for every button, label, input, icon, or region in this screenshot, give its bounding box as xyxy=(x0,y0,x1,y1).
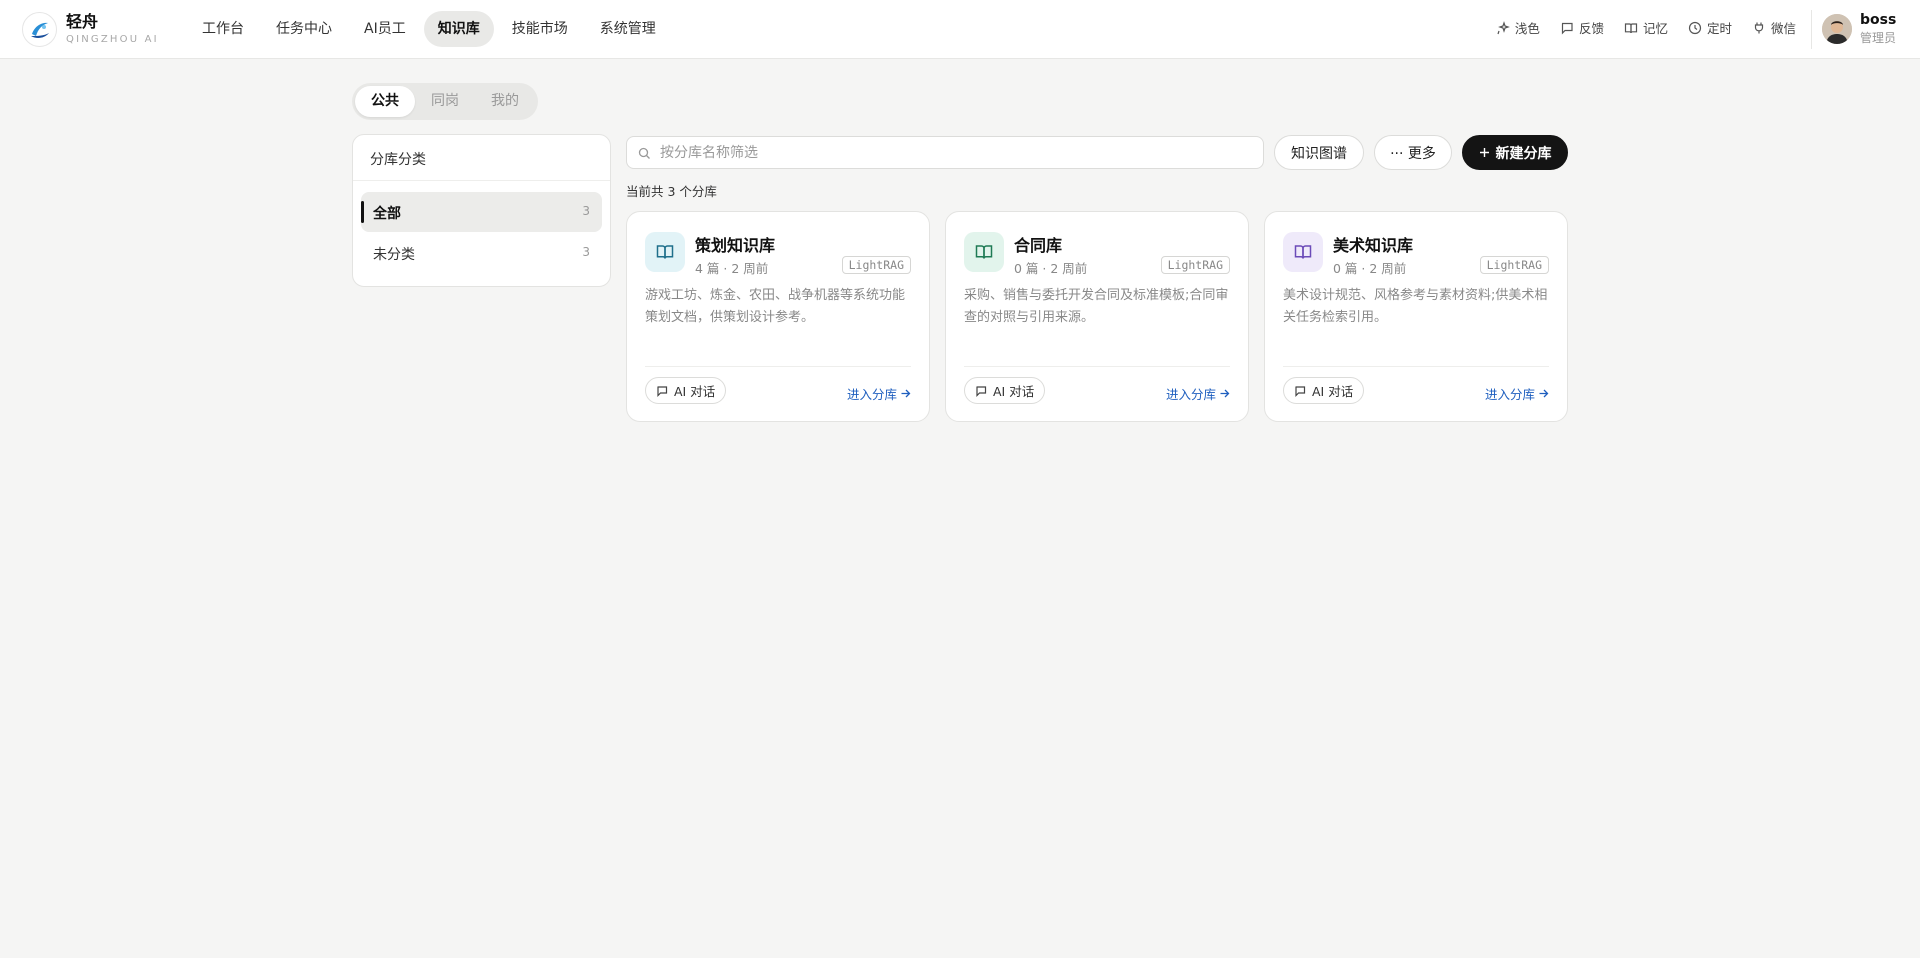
enter-library-label: 进入分库 xyxy=(846,387,897,402)
message-icon xyxy=(976,385,987,397)
category-label: 全部 xyxy=(373,206,401,222)
ai-chat-label: AI 对话 xyxy=(1312,384,1354,399)
card-divider xyxy=(964,366,1230,367)
ai-chat-label: AI 对话 xyxy=(993,384,1035,399)
nav-item-skill-market[interactable]: 技能市场 xyxy=(498,11,582,47)
theme-toggle-button[interactable]: 浅色 xyxy=(1496,18,1540,37)
library-card[interactable]: 策划知识库 4 篇 · 2 周前 LightRAG 游戏工坊、炼金、农田、战争机… xyxy=(626,211,930,422)
library-title: 合同库 xyxy=(1014,236,1063,255)
app-subtitle: QINGZHOU AI xyxy=(66,34,159,45)
header-divider xyxy=(1811,10,1812,49)
book-icon xyxy=(1283,232,1323,272)
enter-library-link[interactable]: 进入分库 xyxy=(1166,384,1230,403)
plus-icon xyxy=(1479,148,1489,157)
plug-icon xyxy=(1754,22,1764,33)
new-library-label: 新建分库 xyxy=(1495,145,1552,162)
app-name: 轻舟 xyxy=(66,12,99,31)
engine-badge: LightRAG xyxy=(841,256,911,274)
category-item-all[interactable]: 全部 3 xyxy=(361,192,602,232)
engine-badge: LightRAG xyxy=(1160,256,1230,274)
tab-mine[interactable]: 我的 xyxy=(475,86,535,117)
wechat-label: 微信 xyxy=(1770,21,1796,36)
library-meta: 0 篇 · 2 周前 xyxy=(1333,261,1407,276)
header-tools: 浅色 反馈 记忆 定时 微信 xyxy=(1476,18,1796,37)
ai-chat-button[interactable]: AI 对话 xyxy=(1283,377,1365,404)
library-meta: 0 篇 · 2 周前 xyxy=(1014,261,1088,276)
engine-badge: LightRAG xyxy=(1479,256,1549,274)
book-icon xyxy=(964,232,1004,272)
library-card[interactable]: 美术知识库 0 篇 · 2 周前 LightRAG 美术设计规范、风格参考与素材… xyxy=(1264,211,1568,422)
library-description: 美术设计规范、风格参考与素材资料;供美术相关任务检索引用。 xyxy=(1283,288,1548,325)
theme-toggle-label: 浅色 xyxy=(1514,21,1540,36)
sidebar-divider xyxy=(353,180,610,181)
library-count-text: 当前共 3 个分库 xyxy=(626,184,717,199)
library-title: 策划知识库 xyxy=(695,236,776,255)
arrow-right-icon xyxy=(1220,389,1230,398)
avatar xyxy=(1822,13,1852,44)
category-count: 3 xyxy=(582,204,590,218)
tab-same-role[interactable]: 同岗 xyxy=(415,86,475,117)
feedback-button[interactable]: 反馈 xyxy=(1560,18,1604,37)
tab-public[interactable]: 公共 xyxy=(355,86,415,117)
category-label: 未分类 xyxy=(373,247,415,263)
arrow-right-icon xyxy=(1539,389,1549,398)
knowledge-graph-button[interactable]: 知识图谱 xyxy=(1274,135,1364,170)
user-role: 管理员 xyxy=(1860,30,1897,45)
nav-item-knowledge-base[interactable]: 知识库 xyxy=(423,11,494,47)
card-divider xyxy=(645,366,911,367)
new-library-button[interactable]: 新建分库 xyxy=(1462,135,1568,170)
category-count: 3 xyxy=(582,245,590,259)
ai-chat-label: AI 对话 xyxy=(674,384,716,399)
app-logo[interactable]: 轻舟 QINGZHOU AI xyxy=(22,12,159,47)
search-input[interactable] xyxy=(658,137,1248,168)
category-sidebar: 分库分类 全部 3 未分类 3 xyxy=(352,134,611,287)
library-title: 美术知识库 xyxy=(1333,236,1414,255)
nav-item-task-center[interactable]: 任务中心 xyxy=(262,11,346,47)
nav-item-system-admin[interactable]: 系统管理 xyxy=(586,11,670,47)
category-item-uncategorized[interactable]: 未分类 3 xyxy=(361,233,602,273)
message-icon xyxy=(1295,385,1306,397)
wechat-button[interactable]: 微信 xyxy=(1752,18,1796,37)
sidebar-title: 分库分类 xyxy=(370,152,426,168)
schedule-button[interactable]: 定时 xyxy=(1688,18,1732,37)
user-menu[interactable]: boss 管理员 xyxy=(1822,12,1896,45)
book-icon xyxy=(645,232,685,272)
logo-icon xyxy=(22,12,57,47)
user-name: boss xyxy=(1860,12,1897,28)
feedback-label: 反馈 xyxy=(1578,21,1604,36)
enter-library-label: 进入分库 xyxy=(1484,387,1535,402)
scope-tabs: 公共 同岗 我的 xyxy=(352,83,538,120)
schedule-label: 定时 xyxy=(1706,21,1732,36)
main-nav: 工作台 任务中心 AI员工 知识库 技能市场 系统管理 xyxy=(188,11,674,47)
search-box xyxy=(626,136,1264,169)
clock-icon xyxy=(1688,21,1702,34)
card-divider xyxy=(1283,366,1549,367)
enter-library-link[interactable]: 进入分库 xyxy=(1485,384,1549,403)
message-icon xyxy=(657,385,668,397)
memory-button[interactable]: 记忆 xyxy=(1624,18,1668,37)
message-icon xyxy=(1561,22,1573,34)
search-icon xyxy=(638,147,650,159)
more-button[interactable]: ··· 更多 xyxy=(1374,135,1452,170)
enter-library-link[interactable]: 进入分库 xyxy=(847,384,911,403)
sparkle-icon xyxy=(1497,20,1510,34)
library-meta: 4 篇 · 2 周前 xyxy=(695,261,769,276)
library-description: 游戏工坊、炼金、农田、战争机器等系统功能策划文档，供策划设计参考。 xyxy=(645,288,906,325)
ai-chat-button[interactable]: AI 对话 xyxy=(964,377,1046,404)
ai-chat-button[interactable]: AI 对话 xyxy=(645,377,727,404)
library-card[interactable]: 合同库 0 篇 · 2 周前 LightRAG 采购、销售与委托开发合同及标准模… xyxy=(945,211,1249,422)
memory-label: 记忆 xyxy=(1642,21,1668,36)
book-icon xyxy=(1624,22,1638,33)
top-header: 轻舟 QINGZHOU AI 工作台 任务中心 AI员工 知识库 技能市场 系统… xyxy=(0,0,1920,59)
library-description: 采购、销售与委托开发合同及标准模板;合同审查的对照与引用来源。 xyxy=(964,288,1229,325)
enter-library-label: 进入分库 xyxy=(1165,387,1216,402)
arrow-right-icon xyxy=(901,389,911,398)
nav-item-workbench[interactable]: 工作台 xyxy=(188,11,258,47)
nav-item-ai-staff[interactable]: AI员工 xyxy=(350,11,420,47)
